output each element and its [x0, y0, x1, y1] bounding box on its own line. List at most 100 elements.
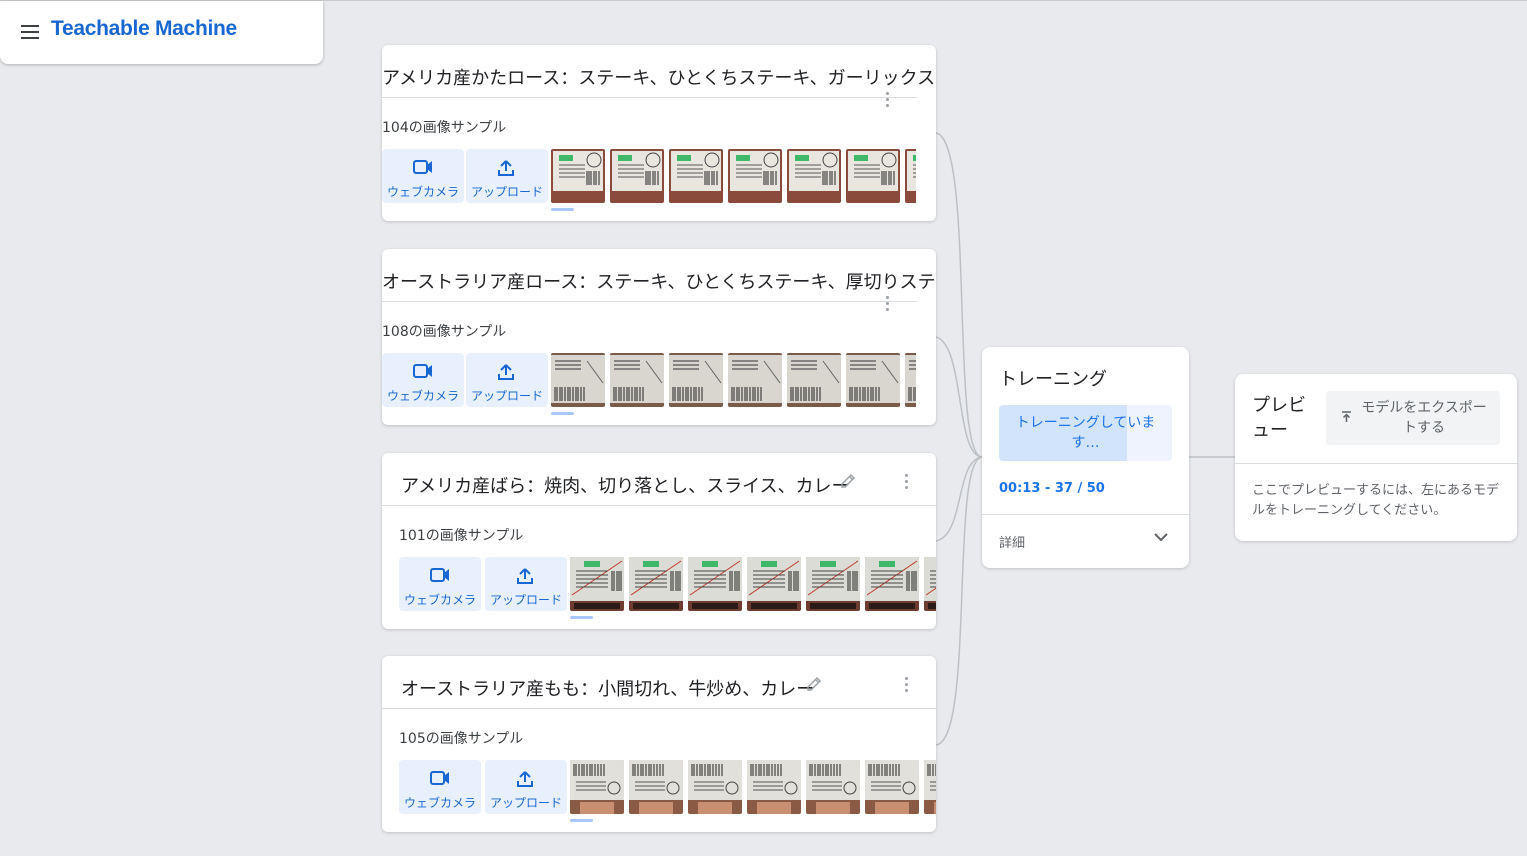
sample-thumbnail[interactable] [905, 353, 916, 407]
upload-icon [498, 364, 514, 380]
webcam-button[interactable]: ウェブカメラ [399, 760, 481, 814]
sample-thumbnail[interactable] [747, 760, 801, 814]
sample-thumbnail[interactable] [846, 353, 900, 407]
upload-button[interactable]: アップロード [485, 557, 567, 611]
edit-pencil-icon[interactable] [805, 675, 823, 693]
train-model-button[interactable]: トレーニングしています… [999, 405, 1172, 461]
connector-class-2 [935, 336, 983, 458]
upload-label: アップロード [470, 389, 543, 403]
divider [1235, 463, 1517, 464]
sample-thumbnail[interactable] [924, 760, 936, 814]
edit-pencil-icon[interactable] [839, 472, 857, 490]
hamburger-menu-icon[interactable] [21, 25, 39, 39]
upload-button[interactable]: アップロード [466, 353, 548, 407]
sample-thumbnail[interactable] [806, 557, 860, 611]
more-options-icon[interactable] [886, 296, 890, 312]
training-panel: トレーニング トレーニングしています… 00:13 - 37 / 50 詳細 [982, 347, 1189, 568]
connector-class-3 [935, 456, 983, 542]
sample-count: 105の画像サンプル [399, 731, 524, 747]
sample-count: 108の画像サンプル [382, 324, 507, 340]
sample-thumbnail[interactable] [865, 760, 919, 814]
sample-thumbnail[interactable] [669, 149, 723, 203]
class-name-input[interactable]: オーストラリア産ロース：ステーキ、ひとくちステーキ、厚切りステーキ [382, 268, 936, 294]
connector-class-4 [935, 456, 983, 746]
sample-thumbnail[interactable] [570, 557, 624, 611]
training-status: 00:13 - 37 / 50 [999, 481, 1105, 496]
export-icon [1342, 411, 1351, 422]
thumbnail-scroll-indicator[interactable] [551, 208, 574, 211]
sample-thumbnail[interactable] [610, 149, 664, 203]
sample-thumbnail[interactable] [924, 557, 936, 611]
class-name-input[interactable]: アメリカ産ばら：焼肉、切り落とし、スライス、カレー [401, 472, 850, 498]
preview-title: プレビュー [1252, 395, 1306, 441]
export-label: モデルをエクスポートする [1361, 400, 1487, 436]
webcam-button[interactable]: ウェブカメラ [382, 353, 464, 407]
training-title: トレーニング [999, 369, 1107, 390]
sample-thumbnails [570, 557, 936, 611]
thumbnail-scroll-indicator[interactable] [570, 616, 593, 619]
sample-thumbnail[interactable] [688, 760, 742, 814]
sample-thumbnail[interactable] [905, 149, 916, 203]
sample-thumbnail[interactable] [846, 149, 900, 203]
sample-count: 101の画像サンプル [399, 528, 524, 544]
video-camera-icon [430, 568, 449, 582]
video-camera-icon [413, 160, 432, 174]
upload-label: アップロード [470, 185, 543, 199]
sample-thumbnail[interactable] [669, 353, 723, 407]
preview-panel: プレビュー モデルをエクスポートする ここでプレビューするには、左にあるモデルを… [1235, 374, 1517, 541]
train-button-label: トレーニングしています… [1015, 415, 1156, 451]
app-header: Teachable Machine [0, 1, 323, 64]
upload-label: アップロード [489, 796, 562, 810]
upload-icon [498, 160, 514, 176]
video-camera-icon [413, 364, 432, 378]
upload-button[interactable]: アップロード [466, 149, 548, 203]
chevron-down-icon[interactable] [1153, 531, 1169, 543]
sample-thumbnails [551, 353, 916, 407]
sample-thumbnail[interactable] [570, 760, 624, 814]
upload-button[interactable]: アップロード [485, 760, 567, 814]
class-card: オーストラリア産もも：小間切れ、牛炒め、カレー 105の画像サンプル ウェブカメ… [382, 656, 936, 832]
sample-thumbnail[interactable] [551, 353, 605, 407]
export-model-button[interactable]: モデルをエクスポートする [1326, 391, 1500, 445]
webcam-label: ウェブカメラ [386, 185, 459, 199]
class-name-input[interactable]: アメリカ産かたロース：ステーキ、ひとくちステーキ、ガーリックステーキ [382, 64, 936, 90]
sample-thumbnail[interactable] [806, 760, 860, 814]
thumbnail-scroll-indicator[interactable] [551, 412, 574, 415]
sample-thumbnails [570, 760, 936, 814]
webcam-button[interactable]: ウェブカメラ [382, 149, 464, 203]
more-options-icon[interactable] [905, 677, 909, 693]
webcam-label: ウェブカメラ [386, 389, 459, 403]
upload-icon [517, 771, 533, 787]
more-options-icon[interactable] [905, 474, 909, 490]
advanced-details-toggle[interactable]: 詳細 [999, 532, 1025, 551]
divider [382, 97, 917, 98]
webcam-label: ウェブカメラ [403, 796, 476, 810]
sample-thumbnail[interactable] [787, 149, 841, 203]
sample-thumbnail[interactable] [629, 760, 683, 814]
divider [382, 301, 917, 302]
class-name-input[interactable]: オーストラリア産もも：小間切れ、牛炒め、カレー [401, 675, 814, 701]
sample-thumbnail[interactable] [787, 353, 841, 407]
sample-thumbnail[interactable] [629, 557, 683, 611]
video-camera-icon [430, 771, 449, 785]
divider [982, 514, 1189, 515]
upload-label: アップロード [489, 593, 562, 607]
sample-thumbnail[interactable] [688, 557, 742, 611]
preview-hint: ここでプレビューするには、左にあるモデルをトレーニングしてください。 [1252, 483, 1500, 518]
sample-thumbnail[interactable] [610, 353, 664, 407]
sample-thumbnail[interactable] [865, 557, 919, 611]
connector-class-1 [935, 132, 983, 458]
class-card: アメリカ産ばら：焼肉、切り落とし、スライス、カレー 101の画像サンプル ウェブ… [382, 453, 936, 629]
sample-thumbnails [551, 149, 916, 203]
class-card: オーストラリア産ロース：ステーキ、ひとくちステーキ、厚切りステーキ 108の画像… [382, 249, 936, 425]
sample-thumbnail[interactable] [747, 557, 801, 611]
webcam-label: ウェブカメラ [403, 593, 476, 607]
sample-thumbnail[interactable] [728, 353, 782, 407]
more-options-icon[interactable] [886, 92, 890, 108]
sample-thumbnail[interactable] [551, 149, 605, 203]
webcam-button[interactable]: ウェブカメラ [399, 557, 481, 611]
thumbnail-scroll-indicator[interactable] [570, 819, 593, 822]
divider [382, 708, 936, 709]
sample-thumbnail[interactable] [728, 149, 782, 203]
sample-count: 104の画像サンプル [382, 120, 507, 136]
